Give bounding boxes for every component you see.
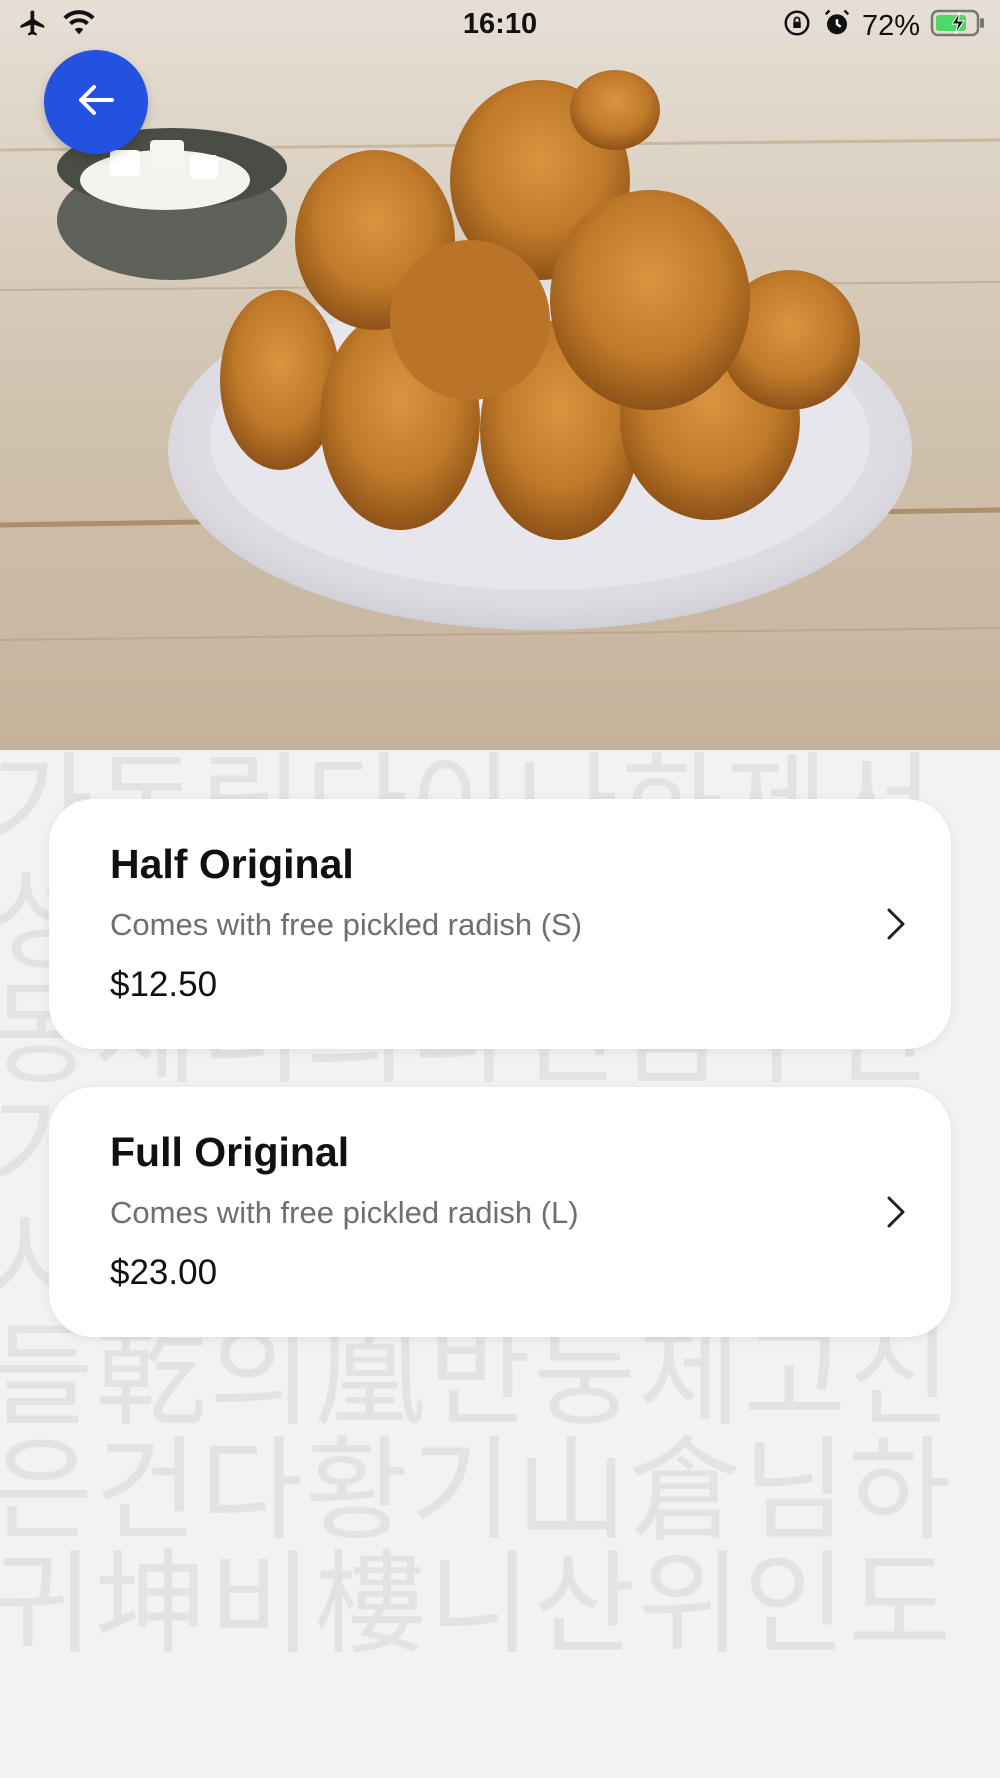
arrow-left-icon (72, 76, 120, 129)
option-price: $12.50 (110, 965, 218, 1004)
battery-percent: 72% (861, 10, 920, 42)
status-right: 72% (782, 8, 986, 45)
alarm-icon (822, 8, 852, 45)
hero-image (0, 0, 1000, 750)
chevron-right-icon (881, 904, 911, 944)
rotation-lock-icon (782, 8, 812, 45)
option-description: Comes with free pickled radish (S) (110, 907, 583, 942)
option-card-full-original[interactable]: Full Original Comes with free pickled ra… (49, 1087, 951, 1337)
chevron-right-icon (881, 1192, 911, 1232)
option-title: Half Original (110, 841, 354, 887)
battery-charging-icon (930, 8, 986, 45)
back-button[interactable] (44, 50, 148, 154)
option-title: Full Original (110, 1129, 350, 1175)
status-bar: 16:10 72% (0, 0, 1000, 50)
option-price: $23.00 (110, 1253, 218, 1292)
fried-chicken-photo (0, 0, 1000, 750)
option-description: Comes with free pickled radish (L) (110, 1195, 579, 1230)
option-card-half-original[interactable]: Half Original Comes with free pickled ra… (49, 799, 951, 1049)
